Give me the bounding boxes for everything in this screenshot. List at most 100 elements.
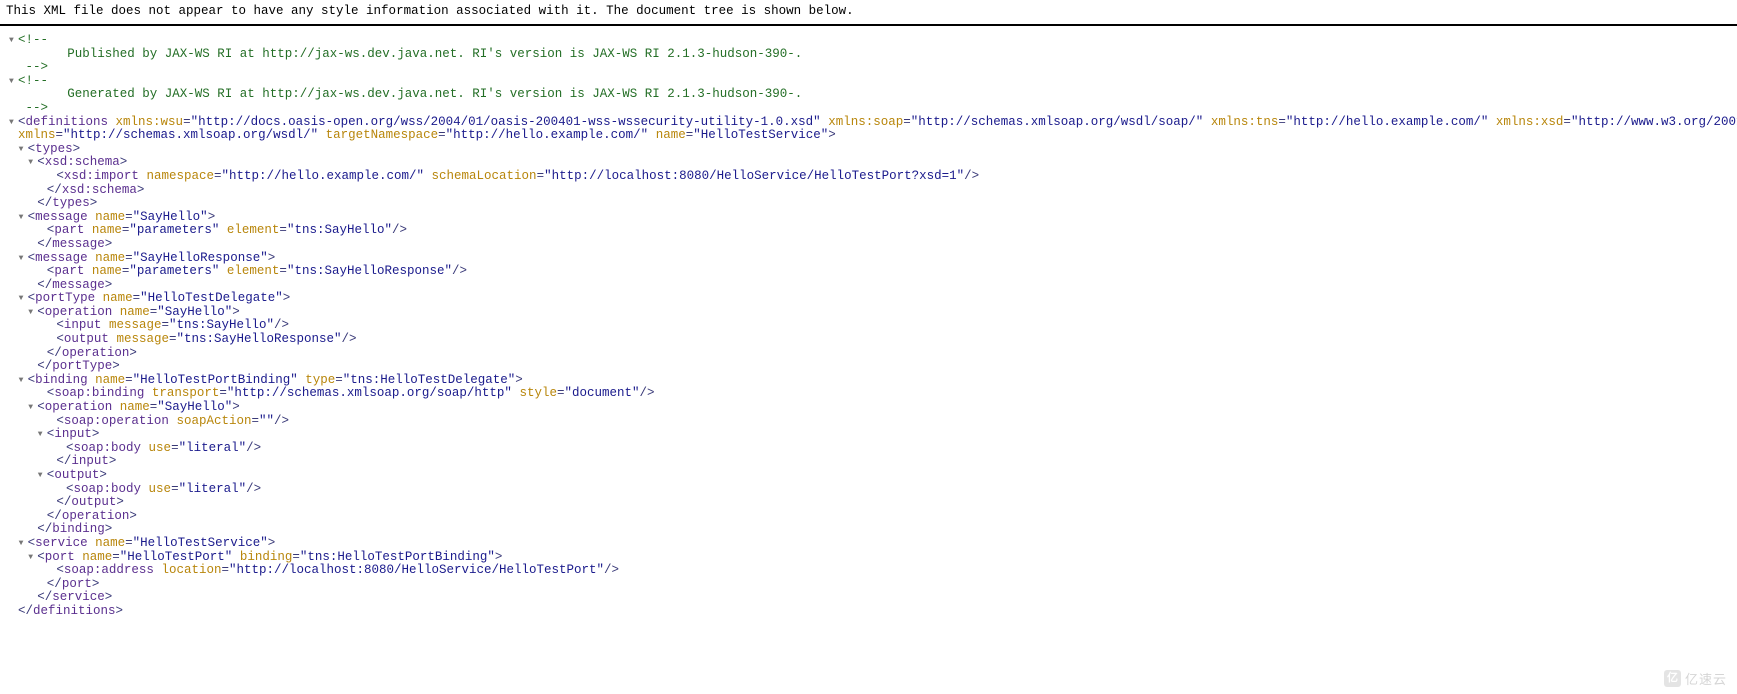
xml-tree-line[interactable]: Published by JAX-WS RI at http://jax-ws.… xyxy=(0,47,1737,62)
xml-tree-line[interactable]: ▼ <operation name="SayHello"> xyxy=(0,400,1737,415)
xml-tree-line[interactable]: <soap:body use="literal"/> xyxy=(0,481,1737,497)
xml-token-attval: "tns:HelloTestDelegate" xyxy=(342,372,516,387)
xml-tree-line[interactable]: </portType> xyxy=(0,359,1737,374)
xml-token-tagname: binding xyxy=(35,372,88,387)
xml-tree-line[interactable]: ▼ <message name="SayHelloResponse"> xyxy=(0,250,1737,266)
xml-tree-line[interactable]: </types> xyxy=(0,196,1737,211)
xml-tree-line[interactable]: <input message="tns:SayHello"/> xyxy=(0,319,1737,333)
xml-token-plain xyxy=(1488,115,1496,129)
xml-tree-line[interactable]: </input> xyxy=(0,455,1737,469)
xml-token-punct: = xyxy=(1278,114,1286,129)
xml-token-punct: < xyxy=(66,481,74,496)
xml-tree-line[interactable]: <part name="parameters" element="tns:Say… xyxy=(0,224,1737,238)
xml-token-tagname: message xyxy=(52,277,105,292)
xml-token-attval: "HelloTestPortBinding" xyxy=(132,372,298,387)
xml-token-plain xyxy=(88,251,96,265)
xml-token-punct: < xyxy=(56,563,64,578)
xml-tree-line[interactable]: --> xyxy=(0,100,1737,116)
xml-tree-line[interactable]: <output message="tns:SayHelloResponse"/> xyxy=(0,332,1737,347)
xml-token-tagname: operation xyxy=(44,400,113,415)
xml-token-attval: "http://hello.example.com/" xyxy=(1285,114,1489,129)
xml-tree-line[interactable]: </definitions> xyxy=(0,604,1737,619)
xml-token-punct: = xyxy=(112,549,120,564)
xml-token-punct: /> xyxy=(274,413,290,428)
xml-tree-line[interactable]: --> xyxy=(0,60,1737,75)
twisty-expanded-icon[interactable]: ▼ xyxy=(19,252,28,266)
xml-token-punct: > xyxy=(99,468,107,482)
xml-tree-line[interactable]: </service> xyxy=(0,591,1737,605)
xml-tree-line[interactable]: ▼ <definitions xmlns:wsu="http://docs.oas… xyxy=(0,114,1737,130)
xml-tree-line[interactable]: ▼ <!-- xyxy=(0,74,1737,89)
xml-tree-line[interactable]: Generated by JAX-WS RI at http://jax-ws.… xyxy=(0,88,1737,102)
xml-tree-line[interactable]: </message> xyxy=(0,236,1737,252)
xml-tree-line[interactable]: ▼ <service name="HelloTestService"> xyxy=(0,535,1737,551)
xml-token-attname: name xyxy=(95,535,126,550)
xml-token-comment: Generated by JAX-WS RI at http://jax-ws.… xyxy=(37,87,803,102)
xml-tree-line[interactable]: </message> xyxy=(0,277,1737,293)
xml-tree-line[interactable]: <soap:operation soapAction=""/> xyxy=(0,413,1737,429)
twisty-expanded-icon[interactable]: ▼ xyxy=(19,537,28,551)
xml-token-tagname: message xyxy=(52,236,105,251)
xml-tree-line[interactable]: ▼ <binding name="HelloTestPortBinding" ty… xyxy=(0,372,1737,388)
xml-document-tree[interactable]: ▼ <!-- Published by JAX-WS RI at http://j… xyxy=(0,26,1737,619)
xml-tree-line[interactable]: </port> xyxy=(0,577,1737,592)
xml-token-plain xyxy=(108,115,116,129)
xml-tree-line[interactable]: <part name="parameters" element="tns:Say… xyxy=(0,264,1737,279)
xml-token-punct: < xyxy=(56,413,64,428)
xml-token-attname: xmlns:soap xyxy=(828,114,904,129)
xml-token-attval: "SayHello" xyxy=(157,304,233,319)
twisty-expanded-icon[interactable]: ▼ xyxy=(28,401,37,415)
xml-token-attname: name xyxy=(119,304,150,319)
xml-tree-line[interactable]: ▼ <port name="HelloTestPort" binding="tns… xyxy=(0,549,1737,565)
xml-tree-line[interactable]: </output> xyxy=(0,495,1737,510)
xml-token-punct: > xyxy=(232,400,240,415)
xml-tree-line[interactable]: ▼ <types> xyxy=(0,142,1737,157)
xml-tree-line[interactable]: ▼ <portType name="HelloTestDelegate"> xyxy=(0,291,1737,306)
xml-tree-line[interactable]: ▼ <output> xyxy=(0,468,1737,483)
twisty-expanded-icon[interactable]: ▼ xyxy=(38,469,47,483)
twisty-placeholder-icon xyxy=(57,442,66,456)
xml-token-tagname: soap:address xyxy=(63,563,154,578)
xml-token-punct: /> xyxy=(964,168,980,183)
twisty-expanded-icon[interactable]: ▼ xyxy=(19,211,28,225)
xml-token-commentmark: --> xyxy=(18,100,49,115)
xml-tree-line[interactable]: ▼ <message name="SayHello"> xyxy=(0,210,1737,225)
xml-tree-line[interactable]: xmlns="http://schemas.xmlsoap.org/wsdl/"… xyxy=(0,128,1737,143)
twisty-expanded-icon[interactable]: ▼ xyxy=(19,143,28,157)
twisty-expanded-icon[interactable]: ▼ xyxy=(28,306,37,320)
xml-token-attval: "literal" xyxy=(178,440,247,455)
xml-tree-line[interactable]: </operation> xyxy=(0,509,1737,524)
xml-token-tagname: part xyxy=(54,264,85,279)
xml-tree-line[interactable]: <soap:body use="literal"/> xyxy=(0,440,1737,456)
twisty-placeholder-icon xyxy=(38,510,47,524)
twisty-placeholder-icon xyxy=(28,238,37,252)
xml-token-punct: > xyxy=(267,250,276,265)
twisty-expanded-icon[interactable]: ▼ xyxy=(9,116,18,130)
xml-tree-line[interactable]: ▼ <xsd:schema> xyxy=(0,156,1737,170)
xml-token-punct: /> xyxy=(391,223,407,238)
xml-token-punct: > xyxy=(104,236,113,251)
xml-token-attname: xmlns:xsd xyxy=(1495,114,1564,129)
xml-token-punct: </ xyxy=(37,196,53,211)
twisty-expanded-icon[interactable]: ▼ xyxy=(38,428,47,442)
xml-tree-line[interactable]: ▼ <operation name="SayHello"> xyxy=(0,304,1737,320)
twisty-placeholder-icon xyxy=(9,605,18,619)
twisty-expanded-icon[interactable]: ▼ xyxy=(9,34,18,48)
twisty-expanded-icon[interactable]: ▼ xyxy=(9,75,18,89)
xml-tree-line[interactable]: <xsd:import namespace = "http://hello.exam… xyxy=(0,168,1737,184)
xml-tree-line[interactable]: </xsd:schema> xyxy=(0,183,1737,198)
xml-tree-line[interactable]: <soap:address location="http://localhost… xyxy=(0,563,1737,578)
xml-token-tagname: binding xyxy=(52,522,105,537)
xml-tree-line[interactable]: </binding> xyxy=(0,523,1737,537)
xml-tree-line[interactable]: ▼ <input> xyxy=(0,427,1737,442)
xml-token-tagname: definitions xyxy=(25,114,109,129)
xml-token-attval: "HelloTestService" xyxy=(693,128,829,143)
xml-token-punct: < xyxy=(27,291,36,306)
xml-tree-line[interactable]: ▼ <!-- xyxy=(0,33,1737,48)
twisty-expanded-icon[interactable]: ▼ xyxy=(28,551,37,565)
twisty-expanded-icon[interactable]: ▼ xyxy=(19,374,28,388)
xml-tree-line[interactable]: <soap:binding transport="http://schemas.… xyxy=(0,387,1737,401)
twisty-expanded-icon[interactable]: ▼ xyxy=(28,156,37,170)
xml-tree-line[interactable]: </operation> xyxy=(0,346,1737,361)
twisty-expanded-icon[interactable]: ▼ xyxy=(19,292,28,306)
